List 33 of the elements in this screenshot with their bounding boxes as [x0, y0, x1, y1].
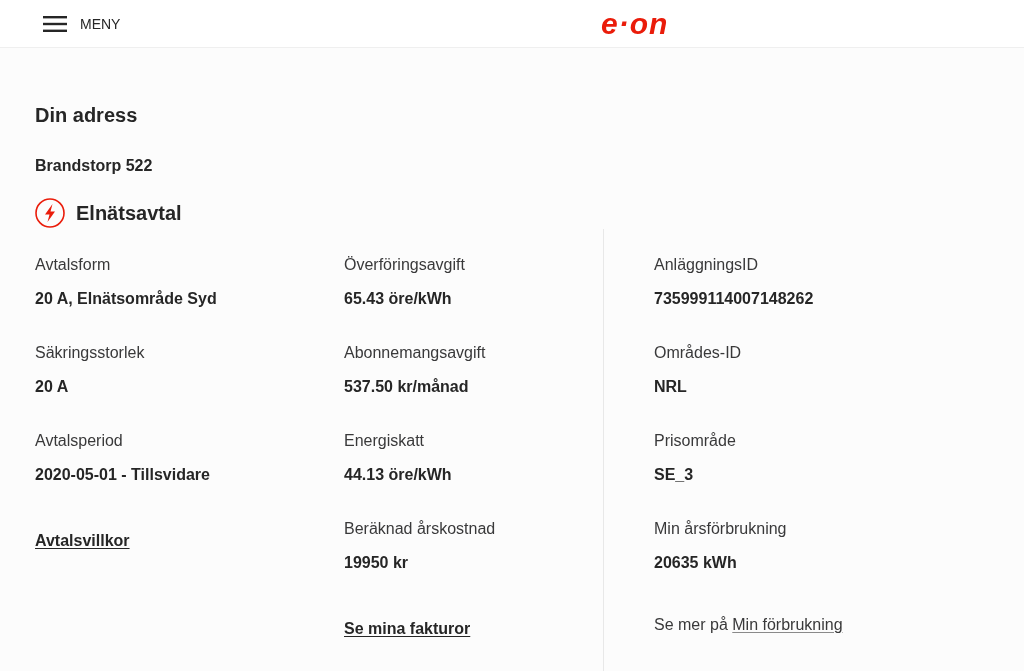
field-label: Abonnemangsavgift [344, 343, 487, 363]
section-title: Elnätsavtal [76, 201, 182, 226]
field-value: 2020-05-01 - Tillsvidare [35, 465, 211, 485]
field-label: Säkringsstorlek [35, 343, 146, 363]
field-label: Överföringsavgift [344, 255, 466, 275]
field-value: 20 A [35, 377, 70, 397]
field-label: AnläggningsID [654, 255, 760, 275]
consumption-link[interactable]: Min förbrukning [732, 616, 843, 633]
more-info-text: Se mer på Min förbrukning [654, 615, 844, 635]
menu-icon [43, 15, 67, 32]
field-label: Områdes-ID [654, 343, 743, 363]
field-label: Beräknad årskostnad [344, 519, 497, 539]
field-value: 44.13 öre/kWh [344, 465, 453, 485]
text-link[interactable]: Avtalsvillkor [35, 532, 130, 549]
field-value: 537.50 kr/månad [344, 377, 470, 397]
menu-button[interactable]: MENY [43, 13, 121, 34]
field-value: 20 A, Elnätsområde Syd [35, 289, 218, 309]
field-value: 65.43 öre/kWh [344, 289, 453, 309]
field-value: SE_3 [654, 465, 695, 485]
field-label: Avtalsperiod [35, 431, 124, 451]
field-label: Energiskatt [344, 431, 426, 451]
field-label: Min årsförbrukning [654, 519, 788, 539]
lightning-icon [35, 198, 65, 228]
logo[interactable]: e·on [601, 7, 669, 40]
field-label: Prisområde [654, 431, 737, 451]
field-value: 735999114007148262 [654, 289, 815, 309]
field-label: Avtalsform [35, 255, 112, 275]
field-value: NRL [654, 377, 688, 397]
field-value: 20635 kWh [654, 553, 738, 573]
field-value: 19950 kr [344, 553, 410, 573]
text-link[interactable]: Se mina fakturor [344, 620, 471, 637]
page-heading: Din adress [35, 103, 139, 128]
street-address: Brandstorp 522 [35, 156, 154, 176]
